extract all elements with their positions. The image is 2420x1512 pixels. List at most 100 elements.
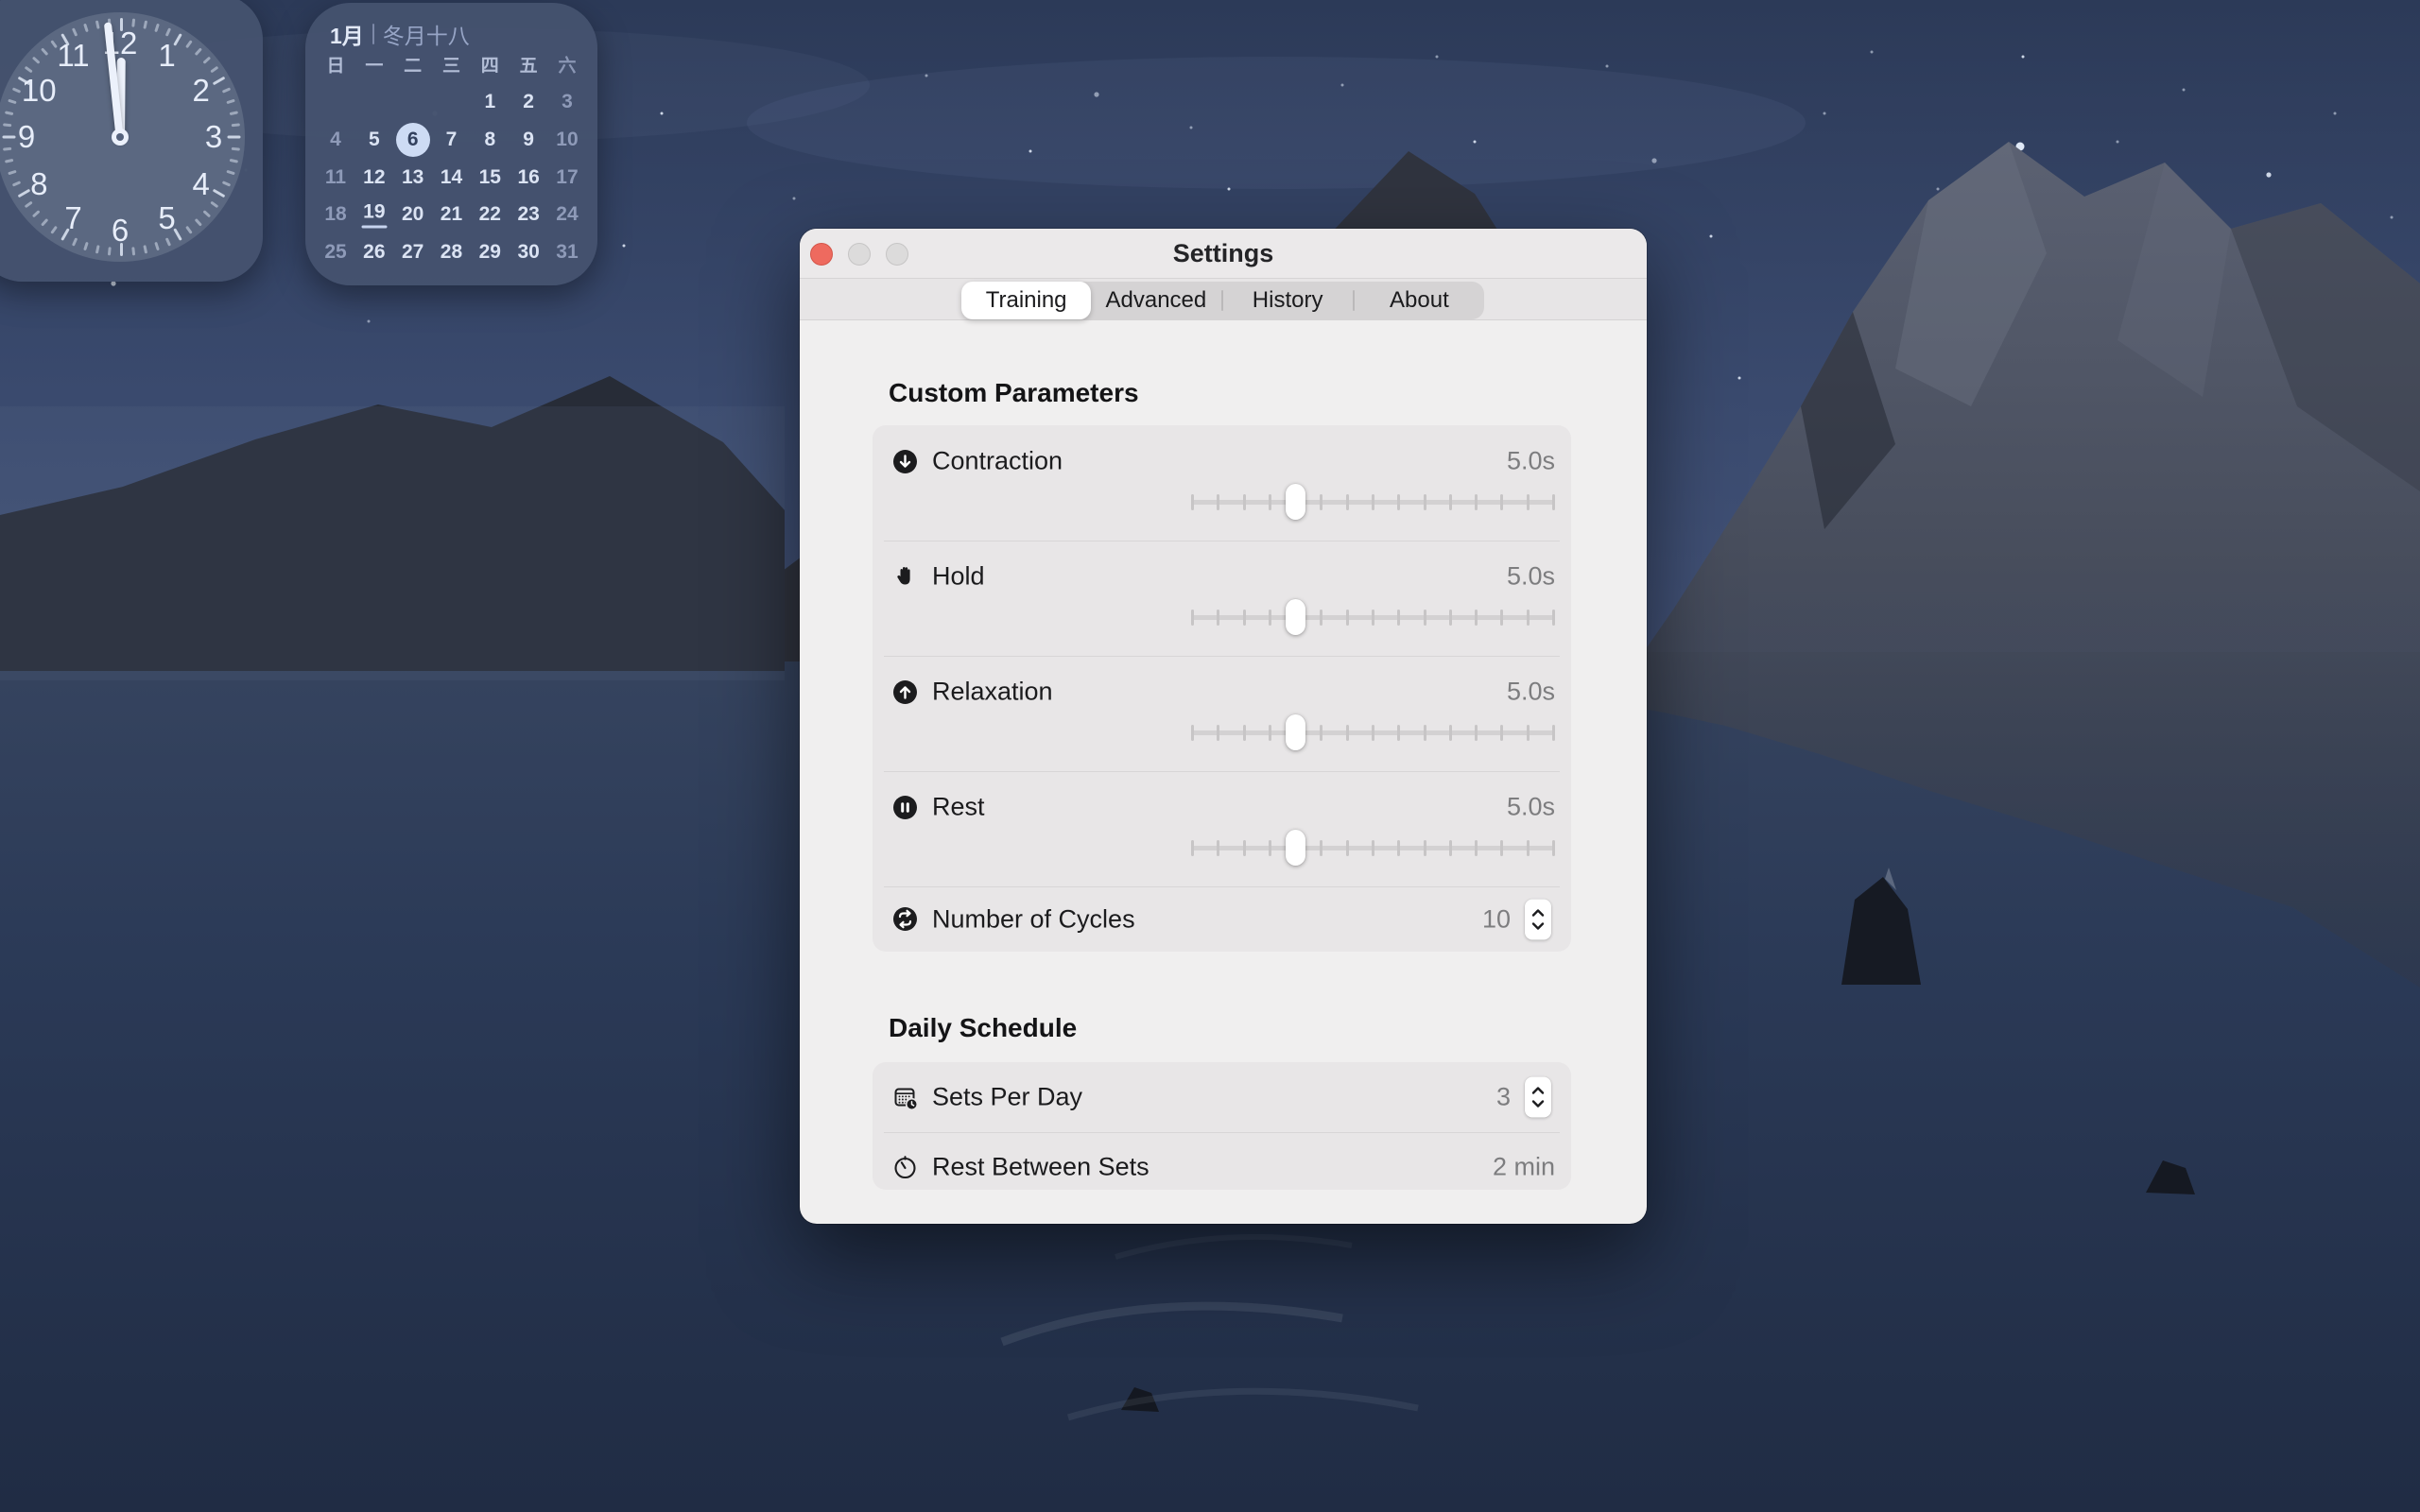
calendar-day: 19 <box>361 201 387 229</box>
slider-tick <box>1527 840 1530 856</box>
calendar-month-label: 1月 <box>330 18 364 50</box>
calendar-day: 22 <box>479 203 501 226</box>
stepper-up-icon[interactable] <box>1531 908 1545 917</box>
calendar-day: 25 <box>324 241 346 264</box>
slider-tick <box>1552 610 1555 626</box>
calendar-day: 28 <box>441 241 462 264</box>
calendar-weekday-label: 日 <box>326 52 344 77</box>
slider-tick <box>1449 494 1452 510</box>
clock-number: 3 <box>205 119 222 155</box>
slider-tick <box>1449 840 1452 856</box>
row-value: 10 <box>1482 904 1511 934</box>
slider-tick <box>1243 840 1246 856</box>
slider-tick <box>1475 494 1478 510</box>
slider-tick <box>1191 840 1194 856</box>
calendar-day: 24 <box>556 203 578 226</box>
calendar-weekday-label: 六 <box>558 52 576 77</box>
calendar-day: 20 <box>402 203 424 226</box>
row-label: Contraction <box>932 447 1063 476</box>
slider-tick <box>1191 610 1194 626</box>
window-titlebar[interactable]: Settings <box>800 229 1647 279</box>
calendar-day: 23 <box>517 203 539 226</box>
calendar-day: 5 <box>369 129 380 151</box>
calendar-weekday-label: 一 <box>365 52 383 77</box>
slider-tick <box>1372 840 1374 856</box>
slider-thumb[interactable] <box>1286 484 1305 520</box>
row-value: 3 <box>1496 1083 1511 1112</box>
slider-hold[interactable] <box>1191 599 1555 635</box>
calendar-day: 31 <box>556 241 578 264</box>
repeat-circle-icon <box>892 906 918 932</box>
clock-center-hub <box>112 129 129 146</box>
slider-thumb[interactable] <box>1286 830 1305 866</box>
calendar-day: 26 <box>363 241 385 264</box>
slider-tick <box>1320 494 1322 510</box>
slider-contraction[interactable] <box>1191 484 1555 520</box>
calendar-day: 13 <box>402 166 424 189</box>
calendar-day: 21 <box>441 203 462 226</box>
clock-number: 1 <box>158 38 175 74</box>
slider-rest[interactable] <box>1191 830 1555 866</box>
settings-row: Contraction 5.0s <box>873 425 1571 541</box>
stepper-sets-per-day[interactable] <box>1525 1077 1551 1118</box>
slider-tick <box>1269 610 1271 626</box>
slider-tick <box>1475 840 1478 856</box>
row-divider <box>884 1132 1560 1133</box>
slider-tick <box>1217 494 1219 510</box>
timer-icon <box>892 1155 918 1180</box>
row-value: 5.0s <box>1507 793 1555 822</box>
slider-tick <box>1552 725 1555 741</box>
calendar-weekday-label: 四 <box>481 52 499 77</box>
slider-tick <box>1397 494 1400 510</box>
slider-tick <box>1320 840 1322 856</box>
slider-tick <box>1191 725 1194 741</box>
stepper-up-icon[interactable] <box>1531 1087 1545 1095</box>
row-value: 5.0s <box>1507 447 1555 476</box>
row-label: Hold <box>932 562 985 592</box>
window-title: Settings <box>800 229 1647 278</box>
slider-tick <box>1372 725 1374 741</box>
calendar-day: 9 <box>523 129 534 151</box>
slider-tick <box>1449 610 1452 626</box>
row-label: Rest Between Sets <box>932 1153 1150 1182</box>
slider-tick <box>1269 494 1271 510</box>
calendar-badge-clock-icon <box>892 1085 918 1110</box>
clock-widget[interactable]: 121234567891011 <box>0 0 263 282</box>
calendar-selected-day: 6 <box>396 123 430 157</box>
calendar-day: 14 <box>441 166 462 189</box>
calendar-weekday-label: 三 <box>442 52 460 77</box>
slider-tick <box>1475 610 1478 626</box>
calendar-widget[interactable]: 1月 冬月十八 日一二三四五六1234567891011121314151617… <box>305 3 597 285</box>
tab-advanced[interactable]: Advanced <box>1091 282 1220 319</box>
slider-tick <box>1269 840 1271 856</box>
calendar-day: 7 <box>446 129 458 151</box>
slider-thumb[interactable] <box>1286 599 1305 635</box>
slider-tick <box>1217 725 1219 741</box>
clock-face: 121234567891011 <box>0 12 245 262</box>
stepper-down-icon[interactable] <box>1531 921 1545 930</box>
stepper-down-icon[interactable] <box>1531 1100 1545 1108</box>
tab-about[interactable]: About <box>1355 282 1484 319</box>
slider-tick <box>1397 610 1400 626</box>
calendar-day: 17 <box>556 166 578 189</box>
tab-history[interactable]: History <box>1223 282 1353 319</box>
calendar-day: 8 <box>484 129 495 151</box>
calendar-weekday-label: 二 <box>404 52 422 77</box>
settings-window: Settings TrainingAdvancedHistoryAbout Cu… <box>800 229 1647 1224</box>
slider-tick <box>1346 610 1349 626</box>
slider-tick <box>1449 725 1452 741</box>
row-value: 5.0s <box>1507 678 1555 707</box>
slider-tick <box>1269 725 1271 741</box>
calendar-lunar-label: 冬月十八 <box>383 18 470 50</box>
stepper-number-of-cycles[interactable] <box>1525 899 1551 939</box>
calendar-day: 18 <box>324 203 346 226</box>
calendar-day: 4 <box>330 129 341 151</box>
slider-tick <box>1552 494 1555 510</box>
settings-content: Custom ParametersContraction5.0sHold5.0s… <box>800 320 1647 1224</box>
slider-tick <box>1424 840 1426 856</box>
tab-training[interactable]: Training <box>961 282 1091 319</box>
slider-tick <box>1346 725 1349 741</box>
clock-number: 8 <box>30 166 47 202</box>
slider-relaxation[interactable] <box>1191 714 1555 750</box>
slider-thumb[interactable] <box>1286 714 1305 750</box>
